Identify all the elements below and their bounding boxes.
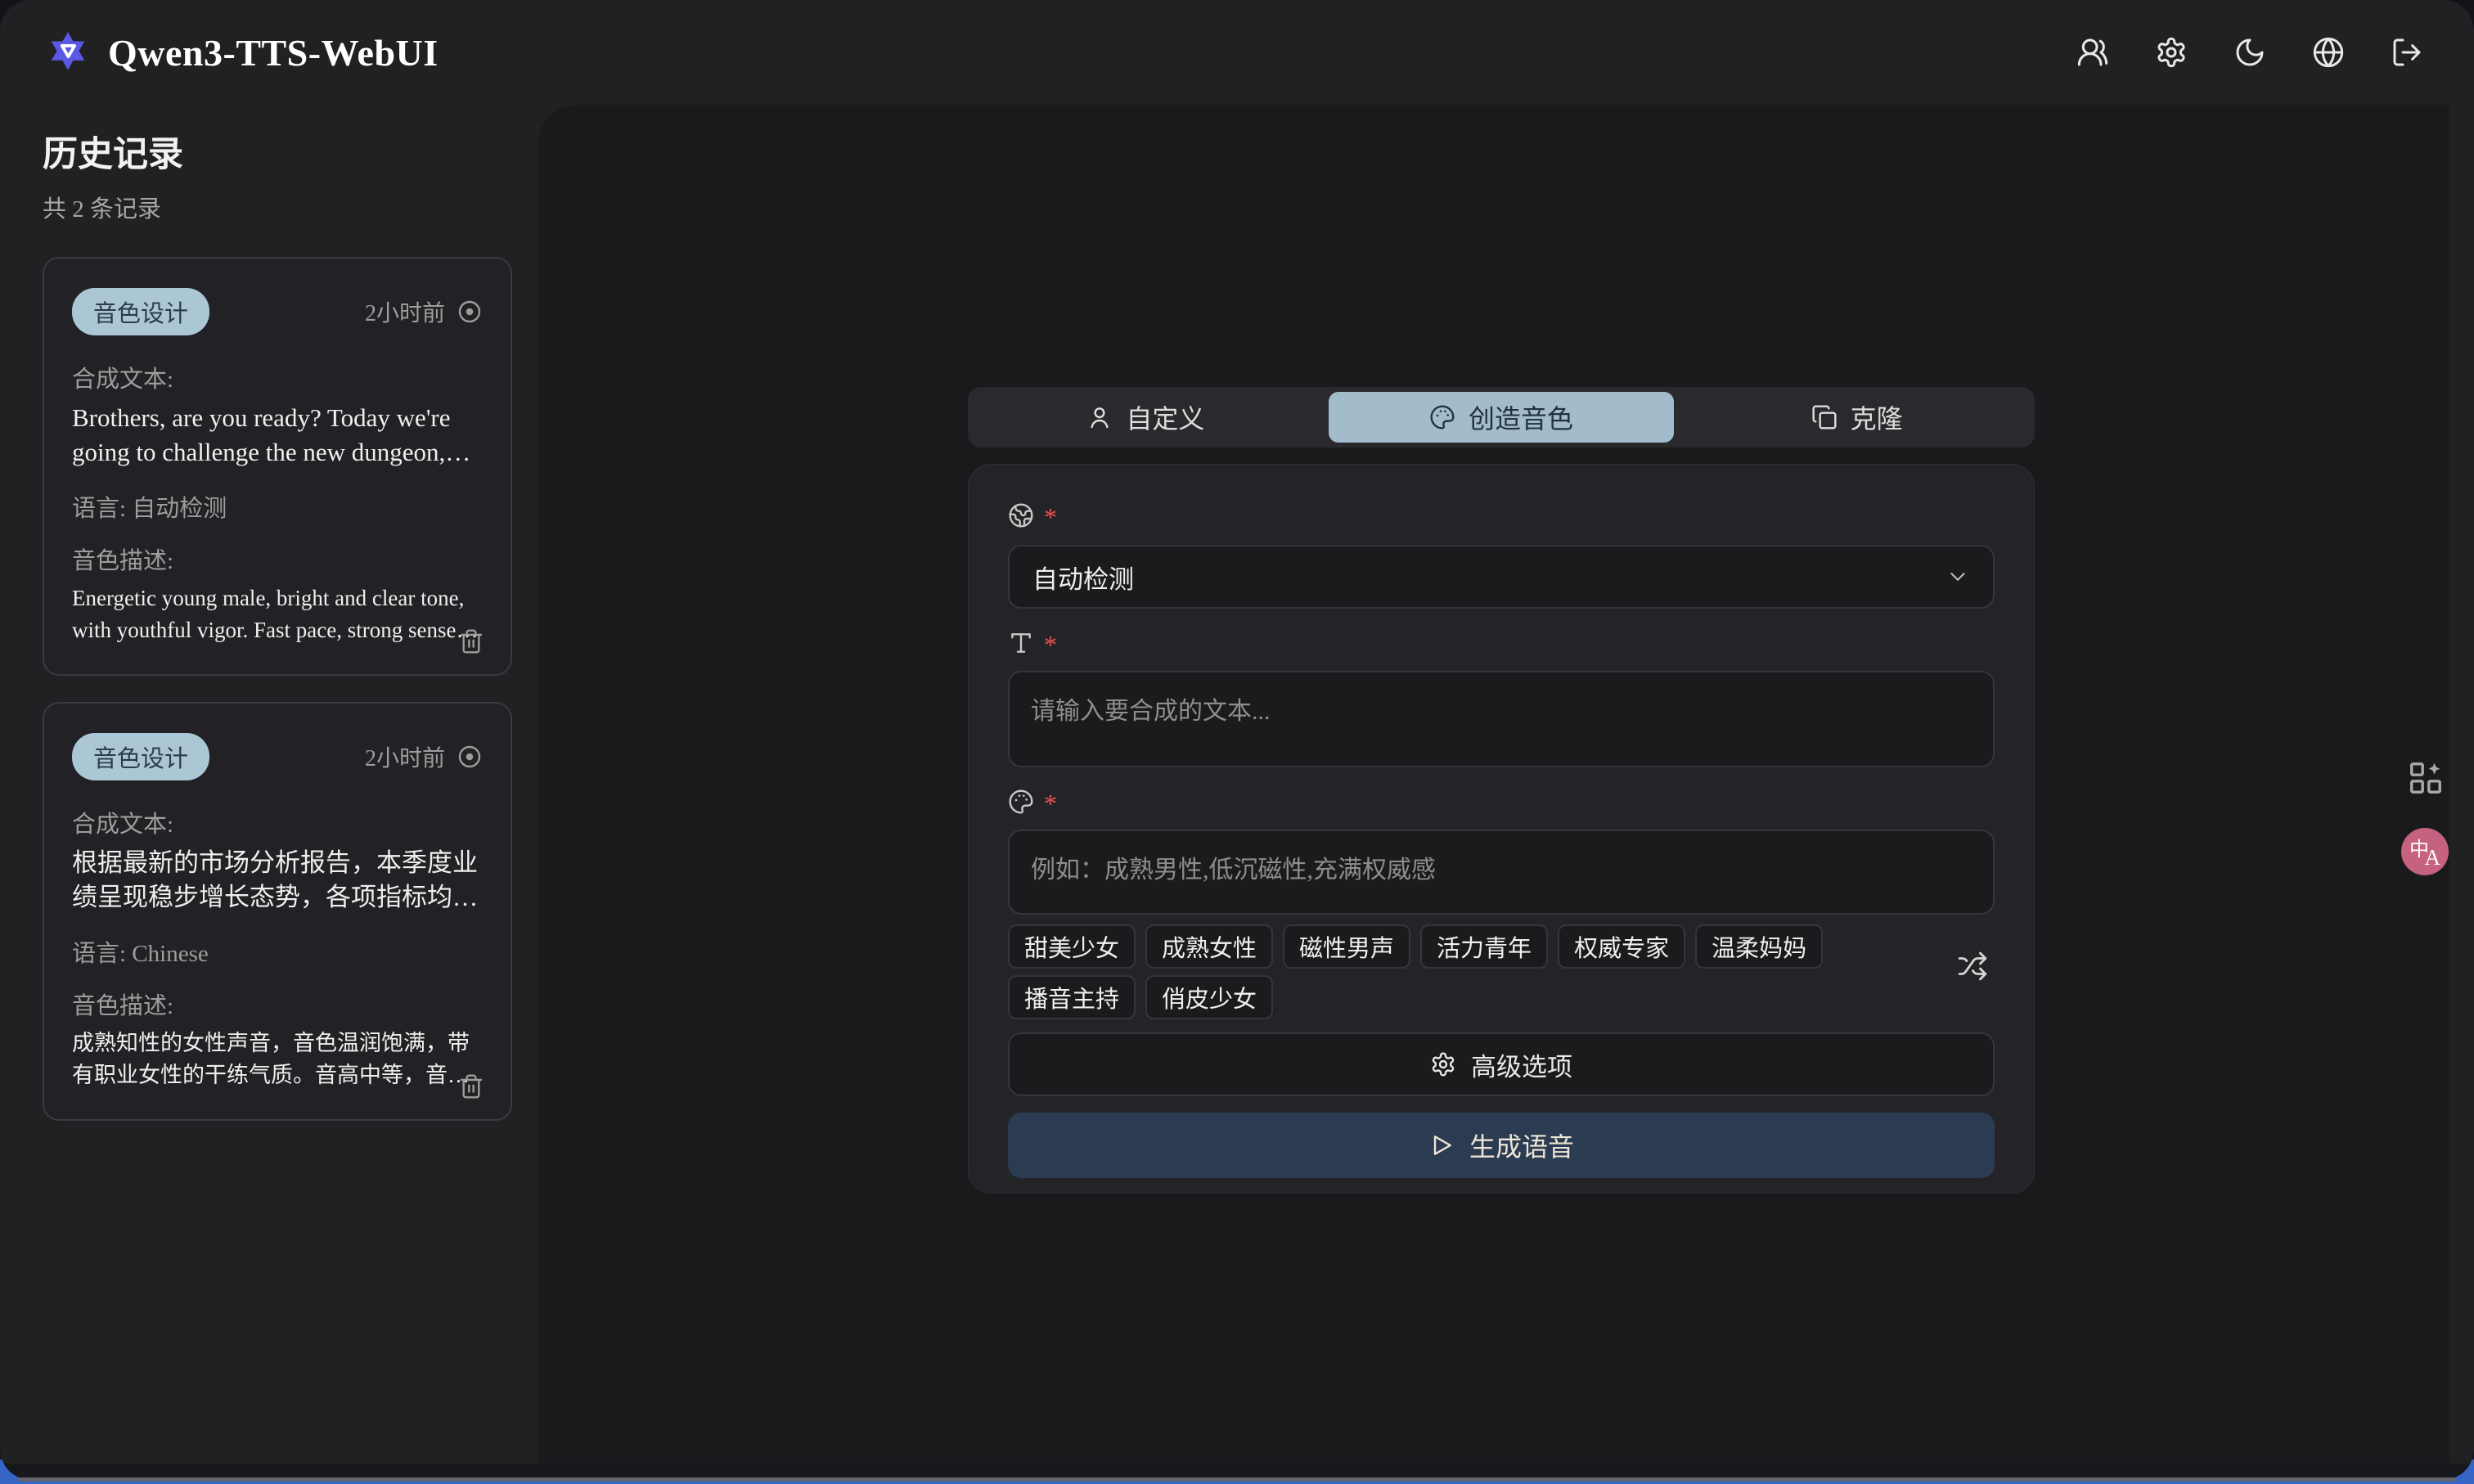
palette-icon (1008, 789, 1034, 815)
voice-desc-field-label: * (1008, 789, 1995, 818)
language-select[interactable]: 自动检测 (1008, 545, 1995, 609)
app-bar: Qwen3-TTS-WebUI (0, 0, 2474, 105)
dark-mode-moon-icon[interactable] (2233, 36, 2266, 69)
history-card[interactable]: 音色设计 2小时前 合成文本: 根据最新的市场分析报告，本季度业绩呈现稳步增长态… (43, 702, 512, 1121)
delete-trash-icon[interactable] (458, 1073, 484, 1100)
required-asterisk: * (1044, 502, 1057, 530)
mode-tabbar: 自定义 创造音色 克隆 (968, 387, 2035, 447)
history-card[interactable]: 音色设计 2小时前 合成文本: Brothers, are you ready?… (43, 257, 512, 676)
history-title: 历史记录 (43, 126, 538, 177)
preset-chip[interactable]: 播音主持 (1008, 975, 1136, 1019)
app-window: Qwen3-TTS-WebUI 历史记录 共 2 条记录 (0, 0, 2474, 1480)
gear-icon (1430, 1051, 1456, 1077)
tab-create-voice[interactable]: 创造音色 (1329, 392, 1675, 443)
palette-icon (1429, 404, 1455, 430)
play-icon (1428, 1132, 1455, 1158)
voice-desc-text: Energetic young male, bright and clear t… (72, 582, 483, 645)
language-select-value: 自动检测 (1032, 559, 1134, 596)
delete-trash-icon[interactable] (458, 628, 484, 654)
voice-description-input[interactable] (1008, 830, 1995, 915)
main-content: 自定义 创造音色 克隆 * 自动检测 * (538, 105, 2449, 1464)
card-footer (458, 1073, 484, 1100)
tab-label: 克隆 (1851, 398, 1903, 436)
preset-chip[interactable]: 磁性男声 (1283, 924, 1410, 969)
earth-icon (1008, 502, 1034, 528)
card-time: 2小时前 (365, 295, 483, 328)
view-eye-icon[interactable] (457, 744, 483, 770)
card-header: 音色设计 2小时前 (72, 288, 483, 335)
user-icon (1086, 404, 1113, 430)
tab-clone[interactable]: 克隆 (1684, 392, 2030, 443)
language-field-label: * (1008, 502, 1995, 532)
appbar-actions (2076, 36, 2423, 69)
advanced-options-label: 高级选项 (1471, 1046, 1572, 1083)
logout-icon[interactable] (2391, 36, 2423, 69)
preset-chip[interactable]: 甜美少女 (1008, 924, 1136, 969)
time-label: 2小时前 (365, 740, 445, 773)
grid-sparkle-icon[interactable] (2407, 759, 2445, 797)
voice-design-badge: 音色设计 (72, 288, 209, 335)
preset-chip[interactable]: 俏皮少女 (1145, 975, 1273, 1019)
translate-en-glyph: A (2425, 845, 2441, 870)
preset-chip[interactable]: 权威专家 (1558, 924, 1685, 969)
time-label: 2小时前 (365, 295, 445, 328)
synth-text-label: 合成文本: (72, 360, 483, 394)
qwen-logo-icon (46, 30, 90, 74)
view-eye-icon[interactable] (457, 299, 483, 325)
synth-text-label: 合成文本: (72, 805, 483, 839)
text-field-label: * (1008, 630, 1995, 659)
settings-gear-icon[interactable] (2155, 36, 2188, 69)
voice-preset-chips: 甜美少女 成熟女性 磁性男声 活力青年 权威专家 温柔妈妈 播音主持 俏皮少女 (1008, 924, 1995, 1019)
required-asterisk: * (1044, 789, 1057, 816)
history-sidebar: 历史记录 共 2 条记录 音色设计 2小时前 合成文本: Brothers, a… (0, 105, 538, 1464)
brand: Qwen3-TTS-WebUI (46, 30, 439, 74)
tab-label: 创造音色 (1469, 398, 1573, 436)
chevron-down-icon (1945, 564, 1970, 589)
preset-chip[interactable]: 活力青年 (1420, 924, 1548, 969)
language-line: 语言: Chinese (72, 934, 483, 969)
generate-speech-button[interactable]: 生成语音 (1008, 1113, 1995, 1178)
users-icon[interactable] (2076, 36, 2109, 69)
preset-chip[interactable]: 成熟女性 (1145, 924, 1273, 969)
voice-desc-label: 音色描述: (72, 542, 483, 576)
language-globe-icon[interactable] (2312, 36, 2345, 69)
required-asterisk: * (1044, 630, 1057, 658)
voice-desc-text: 成熟知性的女性声音，音色温润饱满，带有职业女性的干练气质。音高中等，音域稳定。语… (72, 1028, 483, 1091)
history-card-list: 音色设计 2小时前 合成文本: Brothers, are you ready?… (43, 257, 512, 1121)
card-footer (458, 628, 484, 654)
card-header: 音色设计 2小时前 (72, 733, 483, 780)
language-line: 语言: 自动检测 (72, 489, 483, 524)
create-voice-panel: * 自动检测 * * 甜美少女 成熟女性 磁性男声 活力青年 权威专家 (968, 464, 2035, 1194)
window-resize-edge (18, 1477, 2456, 1482)
synth-text: Brothers, are you ready? Today we're goi… (72, 401, 483, 470)
tab-label: 自定义 (1126, 398, 1204, 436)
type-icon (1008, 630, 1034, 656)
voice-design-badge: 音色设计 (72, 733, 209, 780)
synthesis-text-input[interactable] (1008, 671, 1995, 767)
synth-text: 根据最新的市场分析报告，本季度业绩呈现稳步增长态势，各项指标均达到预期... (72, 846, 483, 915)
shuffle-icon[interactable] (1957, 951, 1988, 982)
preset-chip[interactable]: 温柔妈妈 (1695, 924, 1823, 969)
card-time: 2小时前 (365, 740, 483, 773)
voice-desc-label: 音色描述: (72, 987, 483, 1021)
generate-speech-label: 生成语音 (1469, 1126, 1574, 1164)
translate-icon[interactable]: 中 A (2401, 828, 2449, 875)
app-title: Qwen3-TTS-WebUI (108, 31, 439, 74)
tab-custom[interactable]: 自定义 (973, 392, 1319, 443)
history-count: 共 2 条记录 (43, 190, 538, 224)
advanced-options-button[interactable]: 高级选项 (1008, 1032, 1995, 1096)
copy-icon (1811, 404, 1838, 430)
